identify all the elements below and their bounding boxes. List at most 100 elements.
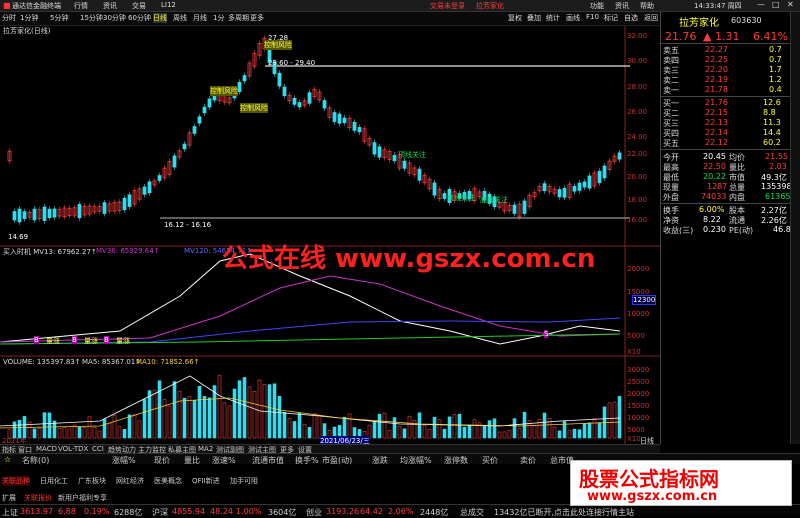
period-1[interactable]: 1分: [213, 13, 224, 23]
login-status[interactable]: 交易未登录: [430, 1, 465, 11]
period-15min[interactable]: 15分钟: [80, 13, 103, 23]
tab-related[interactable]: 关联品种: [2, 476, 30, 486]
menu-info[interactable]: 资讯: [615, 1, 629, 11]
index-cy-value: 3193.26: [326, 507, 360, 516]
col-bid[interactable]: 买价: [482, 455, 498, 466]
bid-row-4[interactable]: 买四 22.14 14.4: [663, 128, 787, 138]
col-limit-up[interactable]: 涨停数: [444, 455, 468, 466]
right-sidebar[interactable]: [790, 12, 800, 444]
tab-cci[interactable]: CCI: [92, 445, 104, 453]
col-ask[interactable]: 卖价: [520, 455, 536, 466]
bid-row-5[interactable]: 买五 22.12 60.2: [663, 138, 787, 148]
tab-vol-tdx[interactable]: VOL-TDX: [58, 445, 88, 453]
tab-qfii[interactable]: QFII新进: [192, 476, 220, 486]
col-turnover[interactable]: 换手%: [295, 455, 319, 466]
total-label: 总成交: [460, 508, 484, 517]
ask-row-5[interactable]: 卖五 22.27 0.7: [663, 45, 787, 55]
index-sz-pct: 1.00%: [236, 507, 262, 516]
stock-name-title: 拉芳家化: [476, 2, 504, 10]
period-monthly[interactable]: 月线: [193, 13, 207, 23]
volume-bars: [7, 375, 622, 439]
tab-expand[interactable]: 扩展: [2, 493, 16, 503]
draw-button[interactable]: 画线: [566, 13, 580, 23]
tab-medical-beauty[interactable]: 医美概念: [154, 476, 182, 486]
col-avg-change[interactable]: 均涨幅%: [400, 455, 432, 466]
mv36-line: [0, 275, 621, 343]
vol-axis-20000: 20000: [627, 390, 650, 398]
close-icon[interactable]: ✕: [787, 0, 794, 9]
period-weekly[interactable]: 周线: [173, 13, 187, 23]
stat-row-volume: 现量 1287 总量 135398: [663, 182, 792, 192]
index-sh-value: 3613.97: [20, 507, 54, 516]
price-axis-30: 30.00: [627, 57, 648, 65]
menu-trade[interactable]: 交易: [132, 1, 146, 11]
price-axis-18: 18.00: [627, 196, 648, 204]
indicator-marker-3: B: [104, 336, 109, 344]
menu-quote[interactable]: 行情: [74, 1, 88, 11]
stats-button[interactable]: 统计: [546, 13, 560, 23]
bid-row-2[interactable]: 买二 22.15 8.8: [663, 108, 787, 118]
stat-row-netasset: 净资 8.22 流通 2.26亿: [663, 215, 787, 225]
back-button[interactable]: 返回: [644, 13, 658, 23]
ask-row-4[interactable]: 卖四 22.25 0.7: [663, 55, 787, 65]
col-change-pct[interactable]: 涨幅%: [112, 455, 136, 466]
watchlist-button[interactable]: 自选: [624, 13, 638, 23]
period-multi[interactable]: 多周期: [228, 13, 249, 23]
col-updown[interactable]: 涨跌: [372, 455, 388, 466]
price-axis-28: 28.00: [627, 83, 648, 91]
minimize-icon[interactable]: —: [757, 0, 765, 9]
adjust-button[interactable]: 复权: [508, 13, 522, 23]
col-volume-ratio[interactable]: 量比: [184, 455, 200, 466]
index-sh-label[interactable]: 上证: [2, 507, 18, 518]
tab-macd[interactable]: MACD: [36, 445, 57, 453]
stock-code: 603630: [731, 16, 762, 25]
tab-guangdong[interactable]: 广东板块: [78, 476, 106, 486]
tab-welfare[interactable]: 新用户福利专享: [58, 493, 107, 503]
menu-news[interactable]: 资讯: [103, 1, 117, 11]
mark-button[interactable]: 标记: [604, 13, 618, 23]
menu-function[interactable]: 功能: [590, 1, 604, 11]
period-1min[interactable]: 1分钟: [20, 13, 38, 23]
bid-row-1[interactable]: 买一 21.76 12.6: [663, 98, 787, 108]
index-sz-value: 4855.94: [172, 507, 206, 516]
index-cy-amount: 2448亿: [420, 508, 449, 517]
index-cy-label[interactable]: 创业: [306, 507, 322, 518]
price-axis-22: 22.00: [627, 150, 648, 158]
kline-chart[interactable]: [0, 26, 660, 444]
col-pe[interactable]: 市盈(动): [322, 455, 352, 466]
menu-li12[interactable]: LI12: [161, 1, 176, 9]
menu-help[interactable]: 帮助: [640, 1, 654, 11]
ask-row-1[interactable]: 卖一 21.78 0.4: [663, 85, 787, 95]
tab-influencer[interactable]: 网红经济: [116, 476, 144, 486]
f10-button[interactable]: F10: [586, 13, 599, 21]
index-sz-amount: 3604亿: [268, 508, 297, 517]
overlay-button[interactable]: 叠加: [527, 13, 541, 23]
vol-axis-10000: 10000: [627, 414, 650, 422]
index-sz-label[interactable]: 沪深: [152, 507, 168, 518]
period-60min[interactable]: 60分钟: [128, 13, 151, 23]
col-float-cap[interactable]: 流通市值: [252, 455, 284, 466]
maximize-icon[interactable]: □: [772, 0, 780, 9]
indicator-mv36: MV36: 65929.64↑: [96, 247, 160, 255]
period-30min[interactable]: 30分钟: [103, 13, 126, 23]
ask-row-2[interactable]: 卖二 22.19 1.2: [663, 75, 787, 85]
col-name[interactable]: 名称(0): [22, 455, 49, 466]
tab-daily-chem[interactable]: 日用化工: [40, 476, 68, 486]
period-more[interactable]: 更多: [250, 13, 264, 23]
col-speed[interactable]: 涨速%: [212, 455, 236, 466]
indicator-header: 买入时机 MV13: 67962.27↑: [3, 248, 97, 256]
index-sh-pct: 0.19%: [84, 507, 110, 516]
period-5min[interactable]: 5分钟: [50, 13, 68, 23]
ad-banner[interactable]: 股票公式指标网 www.gszx.com.cn: [570, 460, 792, 506]
period-timeshare[interactable]: 分时: [2, 13, 16, 23]
tab-related-quote[interactable]: 关联报价: [24, 493, 52, 503]
period-daily[interactable]: 日线: [153, 13, 167, 23]
tab-resist[interactable]: 加手可阻: [230, 476, 258, 486]
tab-ma2[interactable]: MA2: [198, 445, 213, 453]
col-price[interactable]: 现价: [154, 455, 170, 466]
bid-row-3[interactable]: 买三 22.13 11.3: [663, 118, 787, 128]
ask-row-3[interactable]: 卖三 22.20 1.7: [663, 65, 787, 75]
chart-area[interactable]: 拉芳家化(日线) 32.00 30.00 28.00 26.00 24.00 2…: [0, 26, 660, 446]
app-logo-icon: ■: [3, 1, 11, 10]
total-amount[interactable]: 13432亿已断开,点击此处连接行情主站: [494, 507, 634, 518]
